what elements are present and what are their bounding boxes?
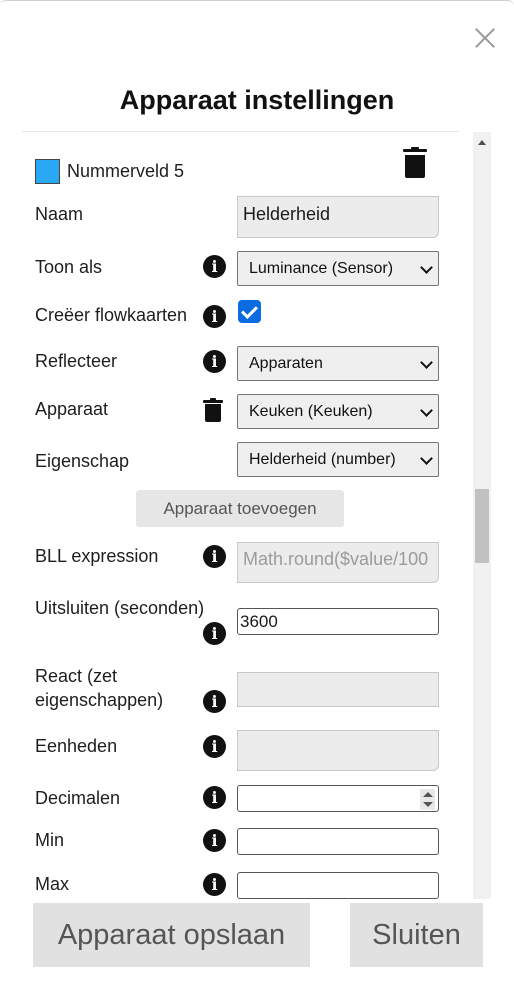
remove-apparaat-trash-icon[interactable] [203, 398, 223, 422]
info-icon[interactable]: i [203, 690, 226, 713]
close-icon[interactable] [470, 23, 500, 53]
react-label-line2: eigenschappen) [35, 690, 164, 710]
reflecteer-select[interactable]: Apparaten [237, 346, 439, 381]
max-input[interactable] [237, 872, 439, 899]
save-device-button[interactable]: Apparaat opslaan [33, 903, 310, 967]
flowcards-label: Creëer flowkaarten [35, 305, 188, 325]
delete-device-trash-icon[interactable] [403, 147, 427, 178]
scrollbar-thumb[interactable] [475, 489, 489, 563]
uitsluiten-label: Uitsluiten (seconden) [35, 598, 205, 618]
info-icon[interactable]: i [203, 255, 226, 278]
info-icon[interactable]: i [203, 829, 226, 852]
uitsluiten-input[interactable]: 3600 [237, 608, 439, 635]
add-device-button[interactable]: Apparaat toevoegen [136, 490, 344, 527]
info-icon[interactable]: i [203, 545, 226, 568]
reflecteer-label: Reflecteer [35, 351, 118, 371]
info-icon[interactable]: i [203, 350, 226, 373]
toon-als-label: Toon als [35, 257, 103, 277]
info-icon[interactable]: i [203, 786, 226, 809]
scrollbar[interactable] [473, 132, 491, 899]
device-settings-dialog: Apparaat instellingen Nummerveld 5 Naam … [0, 0, 514, 996]
apparaat-select[interactable]: Keuken (Keuken) [237, 394, 439, 429]
eigenschap-select[interactable]: Helderheid (number) [237, 442, 439, 477]
react-label-line1: React (zet [35, 666, 118, 686]
dialog-title: Apparaat instellingen [119, 85, 395, 115]
react-textarea[interactable] [237, 672, 439, 707]
info-icon[interactable]: i [203, 305, 226, 328]
number-spinner[interactable] [420, 789, 435, 810]
min-label: Min [35, 830, 65, 850]
decimalen-number-input[interactable] [237, 785, 439, 812]
naam-input[interactable]: Helderheid [237, 196, 439, 238]
decimalen-label: Decimalen [35, 788, 121, 808]
device-color-swatch[interactable] [35, 159, 60, 184]
eigenschap-label: Eigenschap [35, 451, 130, 471]
device-name-header: Nummerveld 5 [67, 161, 185, 181]
info-icon[interactable]: i [203, 735, 226, 758]
eenheden-input[interactable] [237, 730, 439, 771]
bll-expression-label: BLL expression [35, 546, 159, 566]
naam-label: Naam [35, 204, 84, 224]
toon-als-select[interactable]: Luminance (Sensor) [237, 251, 439, 286]
min-input[interactable] [237, 828, 439, 855]
info-icon[interactable]: i [203, 622, 226, 645]
info-icon[interactable]: i [203, 873, 226, 896]
flowcards-checkbox[interactable] [238, 300, 261, 323]
bll-expression-input[interactable]: Math.round($value/100 [237, 542, 439, 583]
divider [22, 131, 459, 132]
apparaat-label: Apparaat [35, 399, 109, 419]
close-button[interactable]: Sluiten [350, 903, 483, 967]
scroll-up-arrow-icon[interactable] [478, 140, 486, 145]
eenheden-label: Eenheden [35, 736, 118, 756]
max-label: Max [35, 874, 70, 894]
